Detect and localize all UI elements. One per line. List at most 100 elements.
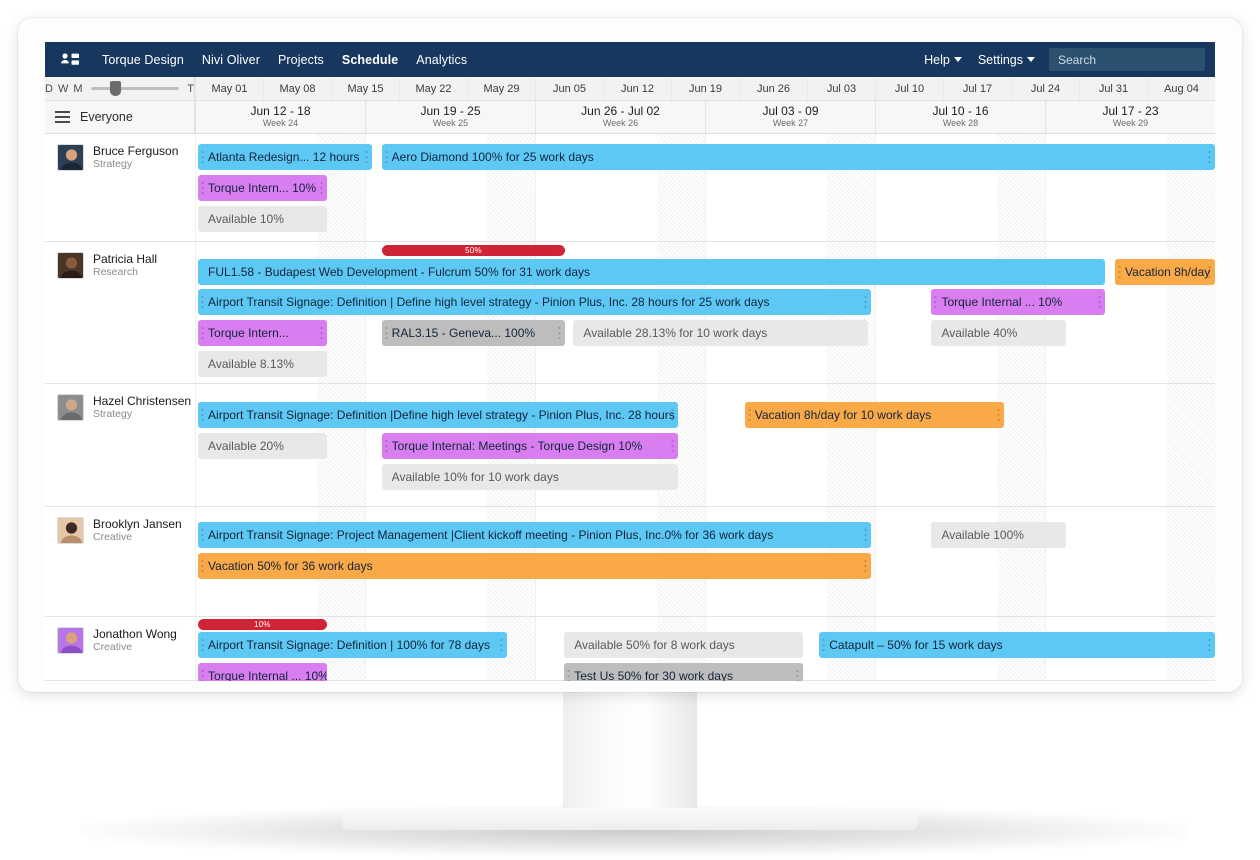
schedule-bar-label: Aero Diamond 100% for 25 work days	[391, 150, 594, 164]
zoom-unit-month[interactable]: M	[73, 83, 82, 95]
schedule-bar[interactable]: Torque Internal ... 10%	[198, 663, 327, 681]
zoom-slider[interactable]	[90, 81, 180, 96]
person-identity[interactable]: Brooklyn Jansen Creative	[57, 517, 195, 544]
person-identity[interactable]: Jonathon Wong Creative	[57, 627, 195, 654]
resize-handle-right[interactable]	[671, 407, 675, 423]
schedule-bar-label: Atlanta Redesign... 12 hours	[208, 150, 360, 164]
resize-handle-right[interactable]	[864, 294, 868, 310]
schedule-bar[interactable]: Vacation 8h/day for 10 work days	[744, 402, 1004, 428]
resize-handle-right[interactable]	[1207, 264, 1211, 280]
schedule-bar[interactable]: Catapult – 50% for 15 work days	[819, 632, 1215, 658]
week-header-cell: Jun 12 - 18 Week 24	[195, 101, 365, 133]
schedule-bar[interactable]: Available 100%	[931, 522, 1067, 548]
schedule-bar[interactable]: Aero Diamond 100% for 25 work days	[381, 144, 1215, 170]
resize-handle-right[interactable]	[365, 149, 369, 165]
resize-handle-left[interactable]	[822, 637, 826, 653]
resize-handle-right[interactable]	[864, 527, 868, 543]
schedule-bar[interactable]: Vacation 50% for 36 work days	[198, 553, 872, 579]
schedule-bar[interactable]: Torque Internal: Meetings - Torque Desig…	[381, 433, 679, 459]
schedule-bar[interactable]: Airport Transit Signage: Definition |Def…	[198, 402, 679, 428]
resize-handle-left[interactable]	[1118, 264, 1122, 280]
resize-handle-right[interactable]	[319, 180, 323, 196]
person-cell: Hazel Christensen Strategy	[45, 384, 195, 506]
schedule-bar[interactable]: Torque Intern... 10%	[198, 175, 327, 201]
resize-handle-right[interactable]	[795, 668, 799, 681]
schedule-bar[interactable]: Airport Transit Signage: Project Managem…	[198, 522, 872, 548]
resize-handle-left[interactable]	[747, 407, 751, 423]
resize-handle-left[interactable]	[934, 294, 938, 310]
avatar	[57, 252, 84, 279]
utilization-pill[interactable]: 10%	[198, 619, 327, 630]
help-menu[interactable]: Help	[916, 49, 970, 71]
schedule-bar[interactable]: Airport Transit Signage: Definition | De…	[198, 289, 872, 315]
schedule-bar[interactable]: Torque Internal ... 10%	[931, 289, 1105, 315]
schedule-bar[interactable]: Available 20%	[198, 433, 327, 459]
resize-handle-right[interactable]	[1207, 637, 1211, 653]
nav-link-schedule[interactable]: Schedule	[333, 49, 407, 71]
person-role: Strategy	[93, 408, 133, 420]
app-screen: Torque Design Nivi Oliver Projects Sched…	[45, 42, 1215, 682]
week-scale: Jun 12 - 18 Week 24 Jun 19 - 25 Week 25 Jun …	[195, 101, 1215, 133]
resize-handle-left[interactable]	[201, 407, 205, 423]
person-identity[interactable]: Hazel Christensen Strategy	[57, 394, 195, 421]
schedule-bar[interactable]: FUL1.58 - Budapest Web Development - Ful…	[198, 259, 1105, 285]
zoom-unit-total[interactable]: T	[187, 83, 194, 95]
schedule-bar[interactable]: Airport Transit Signage: Definition | 10…	[198, 632, 508, 658]
resize-handle-left[interactable]	[201, 668, 205, 681]
nav-link-analytics[interactable]: Analytics	[407, 49, 476, 71]
nav-link-projects[interactable]: Projects	[269, 49, 333, 71]
nav-user[interactable]: Nivi Oliver	[193, 49, 269, 71]
resize-handle-left[interactable]	[201, 180, 205, 196]
resize-handle-left[interactable]	[201, 149, 205, 165]
resize-handle-right[interactable]	[319, 325, 323, 341]
resize-handle-right[interactable]	[996, 407, 1000, 423]
resize-handle-right[interactable]	[500, 637, 504, 653]
hamburger-icon[interactable]	[55, 111, 70, 123]
resize-handle-right[interactable]	[558, 325, 562, 341]
schedule-bar[interactable]: Vacation 8h/day	[1115, 259, 1215, 285]
avatar	[57, 627, 84, 654]
schedule-bar[interactable]: Available 40%	[931, 320, 1067, 346]
resize-handle-right[interactable]	[1097, 294, 1101, 310]
resize-handle-left[interactable]	[201, 325, 205, 341]
person-role: Research	[93, 266, 138, 278]
people-filter[interactable]: Everyone	[45, 101, 195, 133]
schedule-bar[interactable]: Test Us 50% for 30 work days	[564, 663, 803, 681]
schedule-bar[interactable]: Available 10% for 10 work days	[381, 464, 679, 490]
utilization-pill[interactable]: 50%	[381, 245, 566, 256]
schedule-bar[interactable]: Torque Intern...	[198, 320, 327, 346]
resize-handle-left[interactable]	[201, 558, 205, 574]
schedule-bar[interactable]: RAL3.15 - Geneva... 100%	[381, 320, 566, 346]
schedule-bar[interactable]: Available 50% for 8 work days	[564, 632, 803, 658]
resize-handle-right[interactable]	[671, 438, 675, 454]
resize-handle-left[interactable]	[567, 668, 571, 681]
month-tick: Jun 12	[603, 77, 671, 100]
resize-handle-left[interactable]	[201, 527, 205, 543]
schedule-bar[interactable]: Available 8.13%	[198, 351, 327, 377]
nav-brand[interactable]: Torque Design	[93, 49, 193, 71]
person-lanes: 50% FUL1.58 - Budapest Web Development - …	[195, 242, 1215, 383]
zoom-unit-day[interactable]: D	[45, 83, 53, 95]
zoom-unit-week[interactable]: W	[58, 83, 68, 95]
schedule-bar[interactable]: Atlanta Redesign... 12 hours	[198, 144, 373, 170]
org-chart-icon[interactable]	[57, 50, 83, 70]
resize-handle-left[interactable]	[201, 637, 205, 653]
resize-handle-left[interactable]	[384, 438, 388, 454]
schedule-bar[interactable]: Available 10%	[198, 206, 327, 232]
search-input[interactable]	[1049, 48, 1205, 71]
resize-handle-right[interactable]	[1207, 149, 1211, 165]
zoom-slider-thumb[interactable]	[110, 81, 122, 96]
resize-handle-right[interactable]	[864, 558, 868, 574]
month-tick: May 29	[467, 77, 535, 100]
schedule-bar[interactable]: Available 28.13% for 10 work days	[573, 320, 869, 346]
resize-handle-left[interactable]	[384, 149, 388, 165]
person-identity[interactable]: Patricia Hall Research	[57, 252, 195, 279]
resize-handle-left[interactable]	[384, 325, 388, 341]
schedule-bar-label: Available 100%	[941, 528, 1024, 542]
resize-handle-right[interactable]	[319, 668, 323, 681]
settings-menu[interactable]: Settings	[970, 49, 1043, 71]
resize-handle-left[interactable]	[201, 294, 205, 310]
week-range: Jul 17 - 23	[1102, 104, 1159, 118]
week-header-cell: Jun 26 - Jul 02 Week 26	[535, 101, 705, 133]
person-identity[interactable]: Bruce Ferguson Strategy	[57, 144, 195, 171]
